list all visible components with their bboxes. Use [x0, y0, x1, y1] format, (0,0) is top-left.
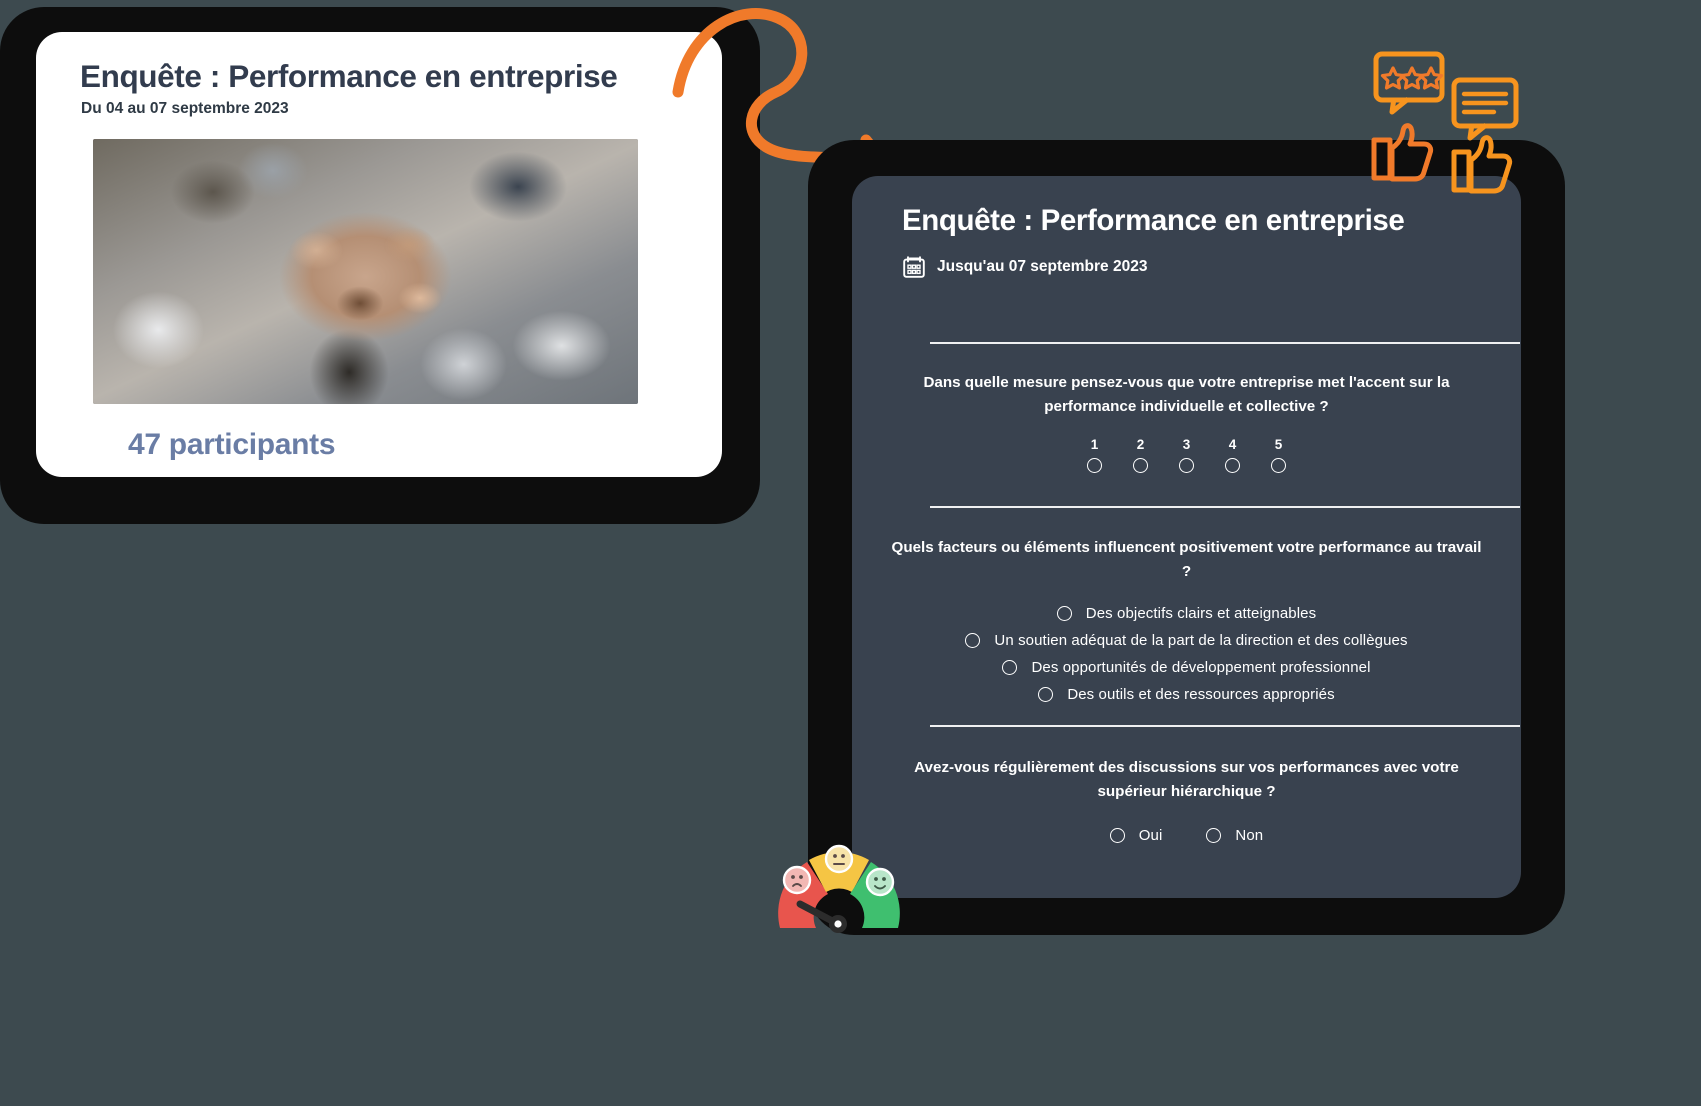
- calendar-icon: [903, 256, 925, 278]
- option-row-oui[interactable]: Oui: [1109, 827, 1163, 845]
- scale-option-2[interactable]: 2: [1118, 438, 1164, 473]
- participants-count: 47 participants: [128, 428, 336, 461]
- scale-radio-5[interactable]: [1271, 457, 1286, 473]
- right-tablet-frame: Enquête : Performance en entreprise Jusq…: [808, 140, 1565, 935]
- scale-option-1[interactable]: 1: [1072, 438, 1118, 473]
- question-3-options: Oui Non: [852, 827, 1521, 844]
- divider-2: [930, 506, 1520, 508]
- scale-radio-4[interactable]: [1225, 457, 1240, 473]
- survey-date-row: Jusqu'au 07 septembre 2023: [902, 255, 1147, 279]
- option-label-1: Des objectifs clairs et atteignables: [1085, 605, 1317, 623]
- question-1-text: Dans quelle mesure pensez-vous que votre…: [923, 374, 1450, 415]
- scale-radio-1[interactable]: [1087, 457, 1102, 473]
- scale-option-3[interactable]: 3: [1164, 438, 1210, 473]
- question-2-options: Des objectifs clairs et atteignables Un …: [852, 605, 1521, 703]
- question-block-1: Dans quelle mesure pensez-vous que votre…: [852, 371, 1521, 473]
- divider-1: [930, 342, 1520, 344]
- option-label-non: Non: [1235, 827, 1264, 845]
- option-radio-oui[interactable]: [1109, 828, 1125, 844]
- scale-radio-3[interactable]: [1179, 457, 1194, 473]
- option-label-oui: Oui: [1138, 827, 1163, 845]
- scale-option-5[interactable]: 5: [1256, 438, 1302, 473]
- option-label-3: Des opportunités de développement profes…: [1031, 659, 1371, 677]
- scale-label-1: 1: [1090, 437, 1099, 453]
- review-stars-thumbsup-icon: [1371, 51, 1519, 194]
- question-block-3: Avez-vous régulièrement des discussions …: [852, 756, 1521, 844]
- survey-date: Jusqu'au 07 septembre 2023: [937, 258, 1148, 275]
- left-tablet-frame: Enquête : Performance en entreprise Du 0…: [0, 7, 760, 524]
- scale-label-5: 5: [1274, 437, 1283, 453]
- survey-title: Enquête : Performance en entreprise: [902, 204, 1405, 237]
- option-label-2: Un soutien adéquat de la part de la dire…: [994, 632, 1408, 650]
- option-row-1[interactable]: Des objectifs clairs et atteignables: [1056, 605, 1317, 623]
- scale-option-4[interactable]: 4: [1210, 438, 1256, 473]
- scale-label-3: 3: [1182, 437, 1191, 453]
- option-radio-non[interactable]: [1206, 828, 1222, 844]
- satisfaction-gauge-icon: [778, 844, 900, 933]
- scale-label-2: 2: [1136, 437, 1145, 453]
- photo-layer-hands: [93, 139, 638, 404]
- question-1-scale[interactable]: 1 2 3 4 5: [852, 438, 1521, 473]
- scale-radio-2[interactable]: [1133, 457, 1148, 473]
- team-hands-together-photo: [93, 139, 638, 404]
- question-2-text: Quels facteurs ou éléments influencent p…: [891, 539, 1482, 580]
- left-card-title: Enquête : Performance en entreprise: [80, 58, 618, 94]
- option-row-non[interactable]: Non: [1206, 827, 1263, 844]
- option-radio-4[interactable]: [1038, 687, 1054, 703]
- scale-label-4: 4: [1228, 437, 1237, 453]
- question-block-2: Quels facteurs ou éléments influencent p…: [852, 536, 1521, 703]
- option-row-3[interactable]: Des opportunités de développement profes…: [1002, 659, 1370, 676]
- option-radio-3[interactable]: [1002, 660, 1018, 676]
- survey-panel: Enquête : Performance en entreprise Jusq…: [852, 176, 1521, 898]
- left-tablet-screen: Enquête : Performance en entreprise Du 0…: [36, 32, 722, 477]
- option-radio-1[interactable]: [1056, 606, 1072, 622]
- option-row-4[interactable]: Des outils et des ressources appropriés: [1038, 686, 1335, 704]
- left-card-date: Du 04 au 07 septembre 2023: [81, 100, 289, 117]
- divider-3: [930, 725, 1520, 727]
- question-3-text: Avez-vous régulièrement des discussions …: [914, 759, 1459, 800]
- option-label-4: Des outils et des ressources appropriés: [1067, 686, 1335, 704]
- option-radio-2[interactable]: [965, 633, 981, 649]
- option-row-2[interactable]: Un soutien adéquat de la part de la dire…: [965, 632, 1407, 649]
